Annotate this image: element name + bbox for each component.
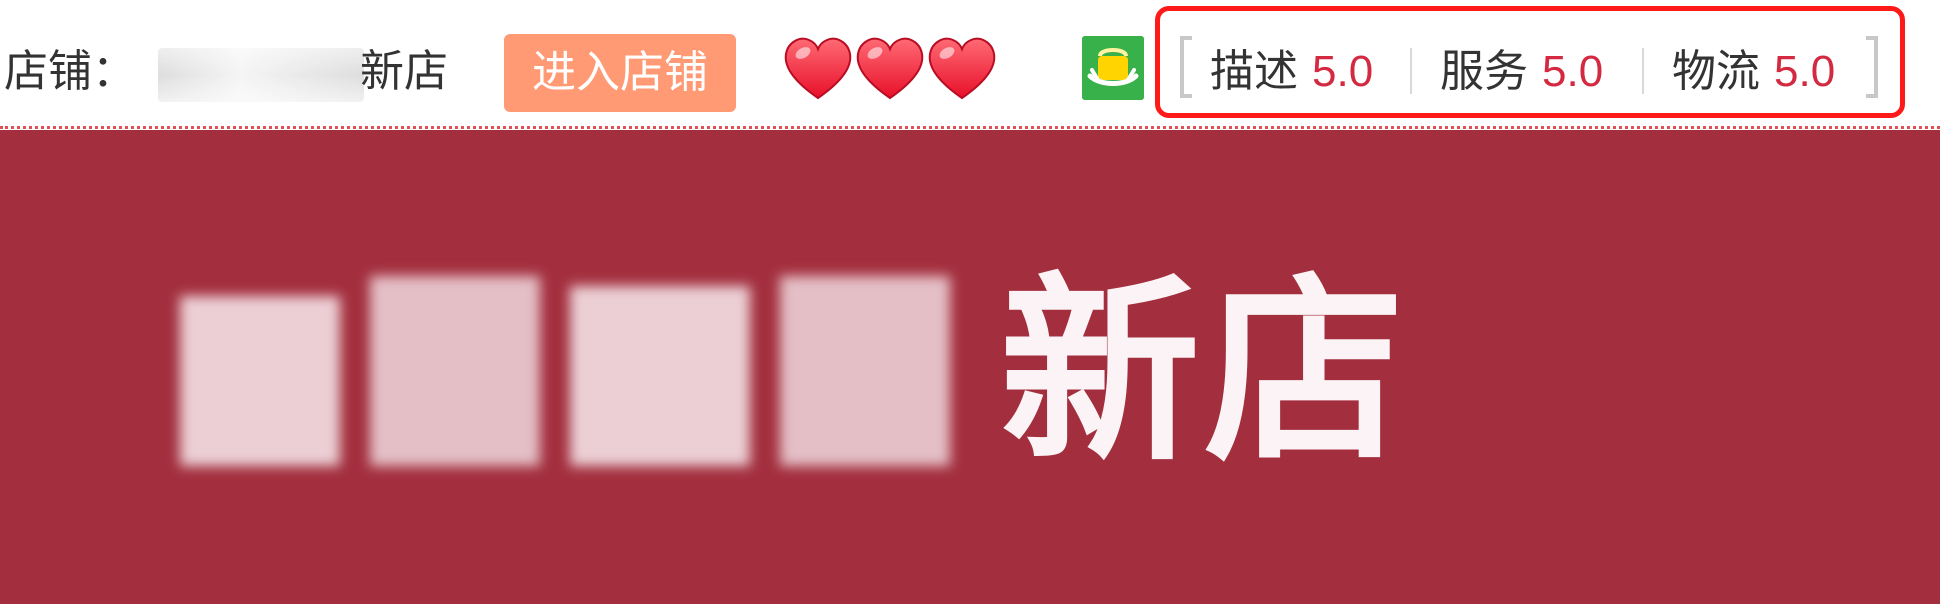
- rating-bracket-right: [1866, 36, 1878, 98]
- rating-value: 5.0: [1542, 47, 1604, 96]
- banner-title: 新店: [1000, 256, 1409, 489]
- rating-service: 服务 5.0: [1440, 42, 1603, 102]
- rating-value: 5.0: [1312, 47, 1374, 96]
- rating-separator: [1410, 48, 1412, 94]
- rating-label: 描述: [1210, 46, 1298, 97]
- rating-bracket-left: [1180, 36, 1192, 98]
- rating-value: 5.0: [1774, 47, 1836, 96]
- rating-separator: [1642, 48, 1644, 94]
- shop-name-redacted: [158, 48, 364, 102]
- rating-logistics: 物流 5.0: [1672, 42, 1835, 102]
- shop-name[interactable]: 新店: [360, 44, 448, 100]
- heart-icon: [856, 37, 924, 100]
- heart-icon: [928, 37, 996, 100]
- rating-label: 物流: [1672, 46, 1760, 97]
- rating-description: 描述 5.0: [1210, 42, 1373, 102]
- shop-info-bar: 店铺： 新店 进入店铺 描述 5.0 服务 5.0 物流 5.0: [0, 0, 1940, 128]
- rating-label: 服务: [1440, 46, 1528, 97]
- shop-level-hearts: [782, 36, 998, 102]
- heart-icon: [784, 37, 852, 100]
- shop-label: 店铺：: [4, 46, 136, 97]
- banner-title-redacted: [180, 276, 960, 466]
- enter-shop-button[interactable]: 进入店铺: [504, 34, 736, 112]
- shopping-bag-badge-icon: [1082, 36, 1144, 100]
- divider: [0, 126, 1940, 129]
